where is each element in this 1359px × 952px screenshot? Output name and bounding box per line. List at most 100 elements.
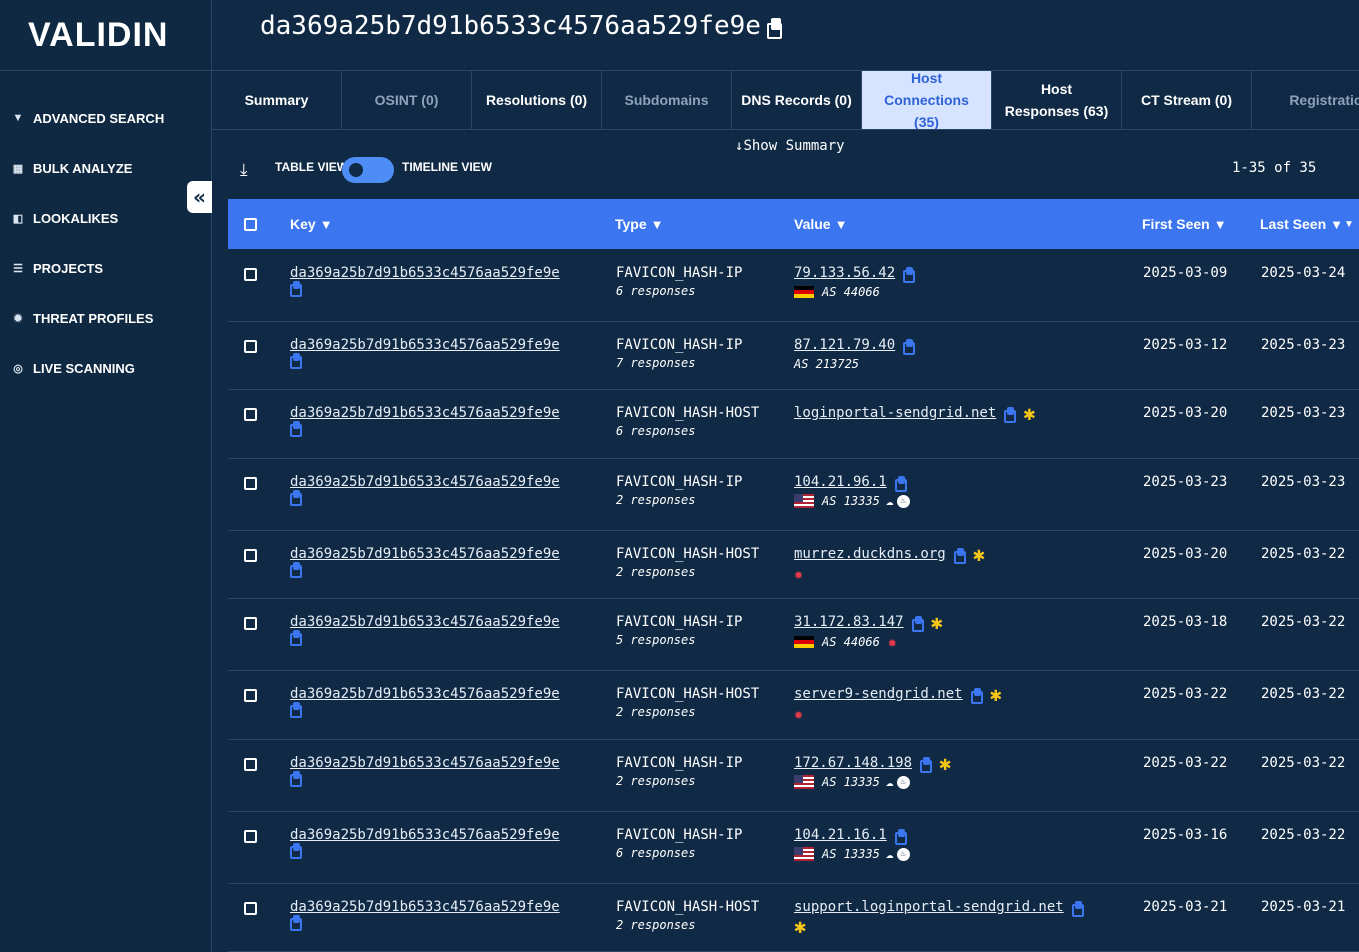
value-link[interactable]: support.loginportal-sendgrid.net xyxy=(794,899,1064,915)
value-meta: ✹ xyxy=(794,565,985,583)
row-checkbox[interactable] xyxy=(244,340,257,353)
sidebar-item-threat-profiles[interactable]: ✹ THREAT PROFILES xyxy=(0,293,211,343)
value-link[interactable]: server9-sendgrid.net xyxy=(794,686,963,702)
sidebar-item-projects[interactable]: ☰ PROJECTS xyxy=(0,243,211,293)
show-summary-button[interactable]: ↓Show Summary xyxy=(735,138,845,154)
copy-icon[interactable] xyxy=(894,829,907,845)
cloudflare-icon: ♨ xyxy=(896,847,910,861)
copy-icon[interactable] xyxy=(970,688,983,704)
copy-icon[interactable] xyxy=(290,421,302,437)
response-count: 2 responses xyxy=(616,565,696,579)
tab-registration[interactable]: Registration xyxy=(1252,71,1359,129)
key-link[interactable]: da369a25b7d91b6533c4576aa529fe9e xyxy=(290,337,560,353)
row-checkbox[interactable] xyxy=(244,830,257,843)
column-value[interactable]: Value ▼ xyxy=(794,199,847,249)
select-all-checkbox[interactable] xyxy=(244,217,257,231)
value-link[interactable]: loginportal-sendgrid.net xyxy=(794,405,996,421)
copy-icon[interactable] xyxy=(290,490,302,506)
column-last-seen[interactable]: Last Seen ▼ ▼ xyxy=(1260,199,1354,249)
row-checkbox[interactable] xyxy=(244,477,257,490)
copy-icon[interactable] xyxy=(290,630,302,646)
tab-osint[interactable]: OSINT (0) xyxy=(342,71,472,129)
tab-host-connections[interactable]: Host Connections (35) xyxy=(862,71,992,129)
copy-icon[interactable] xyxy=(290,843,302,859)
row-checkbox-cell xyxy=(244,902,257,919)
tab-summary[interactable]: Summary xyxy=(212,71,342,129)
copy-icon[interactable] xyxy=(911,616,924,632)
sort-desc-icon[interactable]: ▼ xyxy=(1344,219,1354,230)
value-link[interactable]: murrez.duckdns.org xyxy=(794,546,946,562)
key-copy-line xyxy=(290,841,560,859)
filter-icon[interactable]: ▼ xyxy=(320,217,333,232)
tab-dns-records[interactable]: DNS Records (0) xyxy=(732,71,862,129)
copy-icon[interactable] xyxy=(290,771,302,787)
copy-icon[interactable] xyxy=(1004,407,1017,423)
value-meta: AS 213725 xyxy=(794,356,914,372)
copy-icon[interactable] xyxy=(903,267,916,283)
sidebar-item-label: ADVANCED SEARCH xyxy=(33,110,165,126)
download-icon[interactable]: ⤓ xyxy=(240,160,260,180)
copy-icon[interactable] xyxy=(920,757,933,773)
copy-icon[interactable] xyxy=(290,562,302,578)
value-link[interactable]: 172.67.148.198 xyxy=(794,755,912,771)
key-cell: da369a25b7d91b6533c4576aa529fe9e xyxy=(290,686,560,718)
tab-ct-stream[interactable]: CT Stream (0) xyxy=(1122,71,1252,129)
filter-icon[interactable]: ▼ xyxy=(1330,217,1343,232)
timeline-view-label: TIMELINE VIEW xyxy=(402,160,492,174)
row-checkbox[interactable] xyxy=(244,268,257,281)
value-cell: 104.21.16.1 AS 13335 ☁ ♨ xyxy=(794,827,910,862)
copy-icon[interactable] xyxy=(1071,901,1084,917)
sidebar-item-lookalikes[interactable]: ◧ LOOKALIKES xyxy=(0,193,211,243)
sidebar-item-advanced-search[interactable]: ▼ ADVANCED SEARCH xyxy=(0,93,211,143)
copy-icon[interactable] xyxy=(290,702,302,718)
key-link[interactable]: da369a25b7d91b6533c4576aa529fe9e xyxy=(290,899,560,915)
key-link[interactable]: da369a25b7d91b6533c4576aa529fe9e xyxy=(290,405,560,421)
value-link[interactable]: 31.172.83.147 xyxy=(794,614,904,630)
value-link[interactable]: 79.133.56.42 xyxy=(794,265,895,281)
filter-icon[interactable]: ▼ xyxy=(651,217,664,232)
value-link[interactable]: 87.121.79.40 xyxy=(794,337,895,353)
filter-icon[interactable]: ▼ xyxy=(835,217,848,232)
filter-icon[interactable]: ▼ xyxy=(1214,217,1227,232)
copy-icon[interactable] xyxy=(766,17,782,39)
value-link[interactable]: 104.21.96.1 xyxy=(794,474,887,490)
tab-resolutions[interactable]: Resolutions (0) xyxy=(472,71,602,129)
key-link[interactable]: da369a25b7d91b6533c4576aa529fe9e xyxy=(290,827,560,843)
column-key[interactable]: Key ▼ xyxy=(290,199,333,249)
grid-icon: ▦ xyxy=(12,162,24,175)
key-link[interactable]: da369a25b7d91b6533c4576aa529fe9e xyxy=(290,614,560,630)
key-link[interactable]: da369a25b7d91b6533c4576aa529fe9e xyxy=(290,265,560,281)
row-checkbox[interactable] xyxy=(244,408,257,421)
value-line: 31.172.83.147 ✱ xyxy=(794,612,943,632)
copy-icon[interactable] xyxy=(290,281,302,297)
view-toggle[interactable] xyxy=(342,157,394,183)
row-checkbox[interactable] xyxy=(244,758,257,771)
key-link[interactable]: da369a25b7d91b6533c4576aa529fe9e xyxy=(290,686,560,702)
copy-icon[interactable] xyxy=(903,339,916,355)
tab-subdomains[interactable]: Subdomains xyxy=(602,71,732,129)
first-seen-cell: 2025-03-20 xyxy=(1143,405,1228,421)
key-link[interactable]: da369a25b7d91b6533c4576aa529fe9e xyxy=(290,474,560,490)
copy-icon[interactable] xyxy=(290,353,302,369)
tab-label: Host Responses (63) xyxy=(1004,81,1109,119)
sidebar-item-bulk-analyze[interactable]: ▦ BULK ANALYZE xyxy=(0,143,211,193)
logo[interactable]: VALIDIN xyxy=(28,16,168,55)
column-type[interactable]: Type ▼ xyxy=(615,199,664,249)
copy-icon[interactable] xyxy=(894,476,907,492)
column-label: Last Seen xyxy=(1260,216,1327,232)
value-link[interactable]: 104.21.16.1 xyxy=(794,827,887,843)
collapse-sidebar-button[interactable]: « xyxy=(187,181,212,213)
key-copy-line xyxy=(290,769,560,787)
key-link[interactable]: da369a25b7d91b6533c4576aa529fe9e xyxy=(290,755,560,771)
column-first-seen[interactable]: First Seen ▼ xyxy=(1142,199,1227,249)
copy-icon[interactable] xyxy=(953,548,966,564)
tab-host-responses[interactable]: Host Responses (63) xyxy=(992,71,1122,129)
copy-icon[interactable] xyxy=(290,915,302,931)
row-checkbox[interactable] xyxy=(244,617,257,630)
sidebar-item-live-scanning[interactable]: ◎ LIVE SCANNING xyxy=(0,343,211,393)
key-link[interactable]: da369a25b7d91b6533c4576aa529fe9e xyxy=(290,546,560,562)
response-count: 2 responses xyxy=(616,705,696,719)
row-checkbox[interactable] xyxy=(244,902,257,915)
row-checkbox[interactable] xyxy=(244,689,257,702)
row-checkbox[interactable] xyxy=(244,549,257,562)
